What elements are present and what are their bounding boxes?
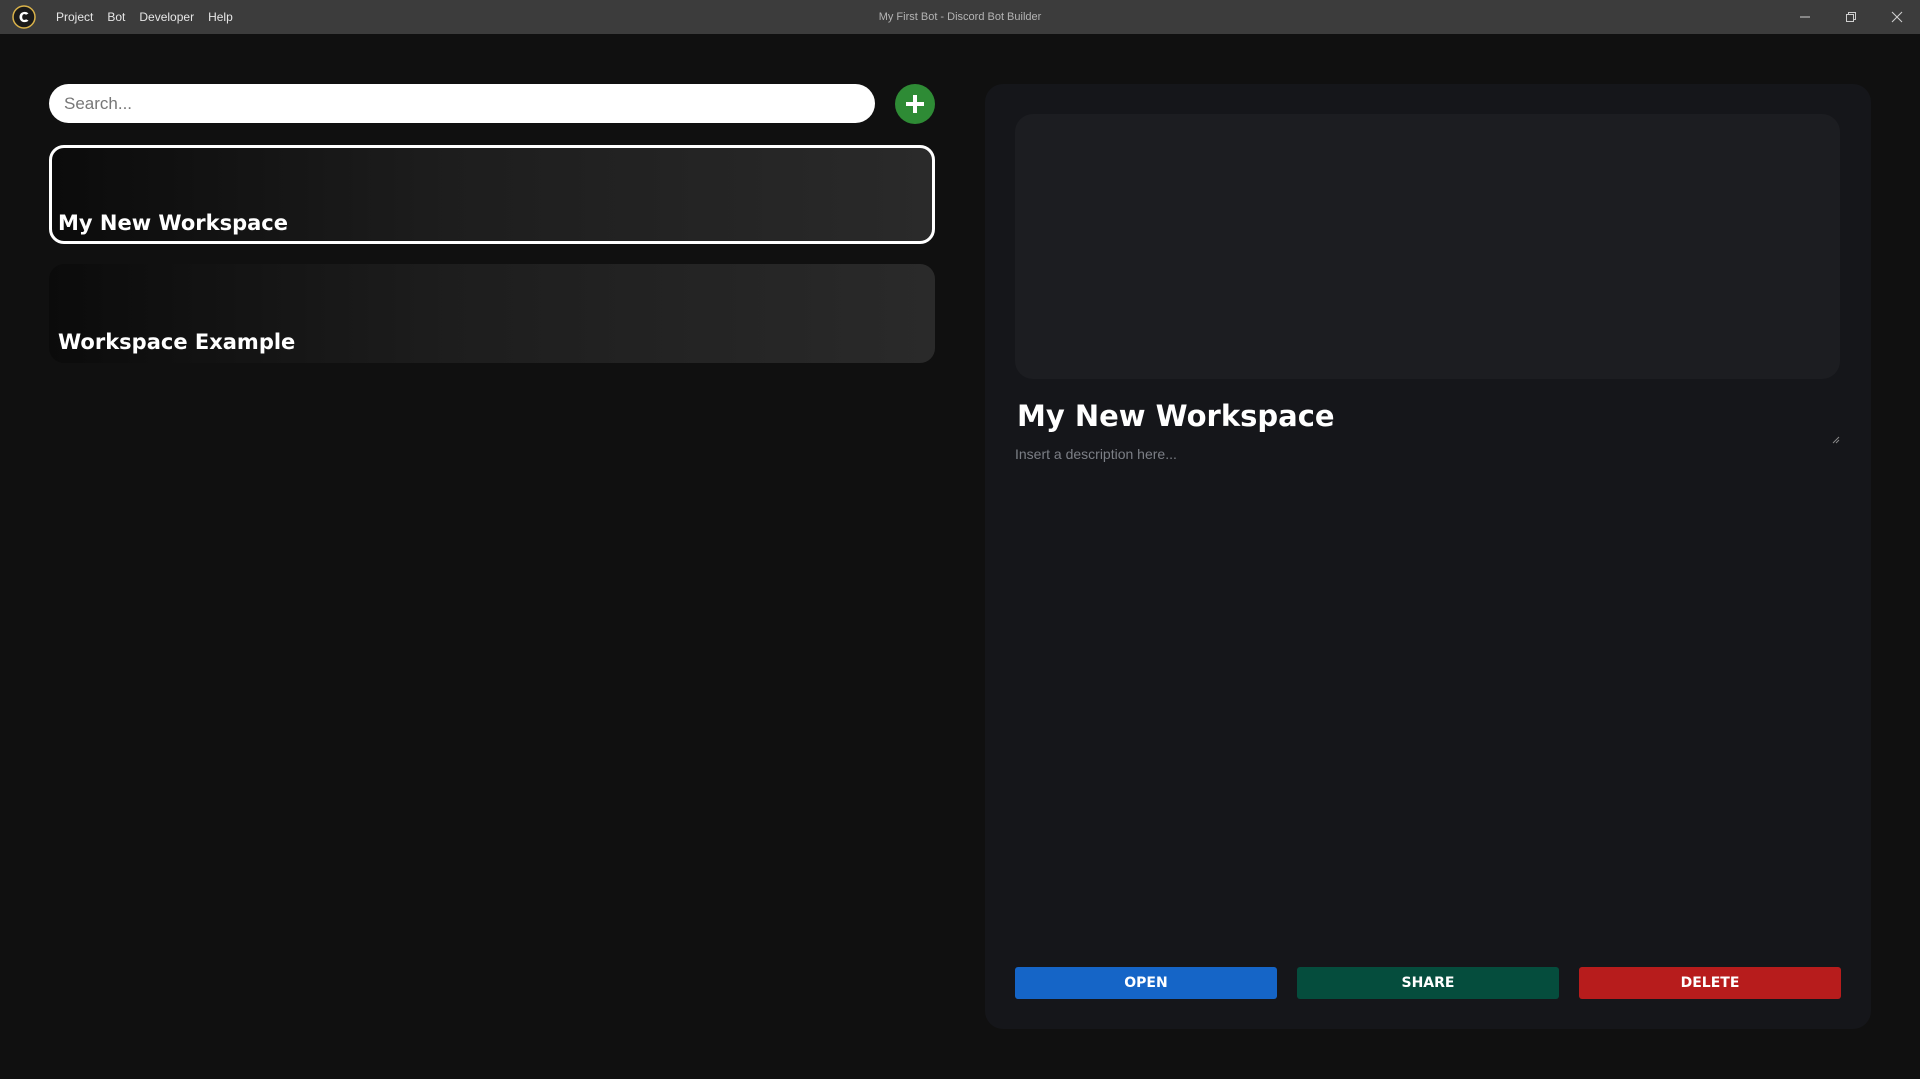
- menu-bar: Project Bot Developer Help: [56, 0, 233, 34]
- share-button[interactable]: SHARE: [1297, 967, 1559, 999]
- minimize-button[interactable]: [1782, 0, 1828, 34]
- open-button[interactable]: OPEN: [1015, 967, 1277, 999]
- menu-bot[interactable]: Bot: [107, 10, 125, 24]
- app-logo-icon[interactable]: [12, 5, 36, 29]
- description-field[interactable]: Insert a description here...: [1015, 446, 1177, 462]
- workspace-card-workspace-example[interactable]: Workspace Example: [49, 264, 935, 363]
- title-bar: Project Bot Developer Help My First Bot …: [0, 0, 1920, 34]
- workspace-card-my-new-workspace[interactable]: My New Workspace: [49, 145, 935, 244]
- delete-button[interactable]: DELETE: [1579, 967, 1841, 999]
- workspace-card-label: My New Workspace: [58, 211, 288, 235]
- close-button[interactable]: [1874, 0, 1920, 34]
- window-title: My First Bot - Discord Bot Builder: [878, 11, 1042, 23]
- menu-help[interactable]: Help: [208, 10, 233, 24]
- menu-project[interactable]: Project: [56, 10, 93, 24]
- resize-grip-icon[interactable]: [1832, 429, 1840, 444]
- close-icon: [1891, 11, 1903, 23]
- workspace-card-label: Workspace Example: [58, 330, 296, 354]
- menu-developer[interactable]: Developer: [139, 10, 194, 24]
- add-workspace-button[interactable]: [895, 84, 935, 124]
- minimize-icon: [1800, 16, 1810, 18]
- window-controls: [1782, 0, 1920, 34]
- search-input[interactable]: [49, 84, 875, 123]
- plus-icon: [906, 95, 924, 113]
- restore-icon: [1846, 12, 1856, 22]
- workspace-title[interactable]: My New Workspace: [1017, 399, 1335, 433]
- workspace-preview-image: [1015, 114, 1840, 379]
- restore-button[interactable]: [1828, 0, 1874, 34]
- workspace-detail-panel: My New Workspace Insert a description he…: [985, 84, 1871, 1029]
